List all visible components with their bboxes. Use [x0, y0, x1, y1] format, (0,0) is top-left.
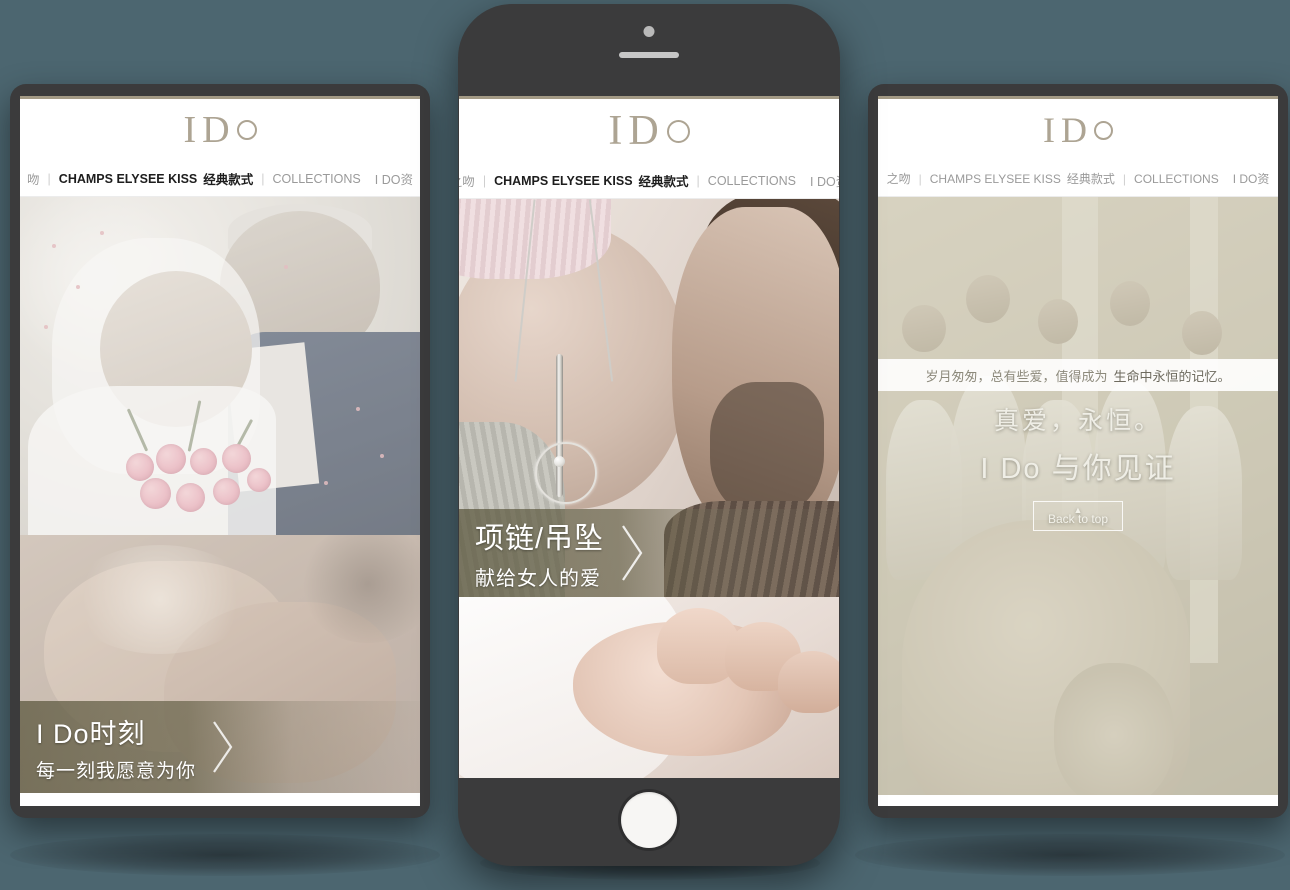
front-camera-icon	[643, 26, 655, 37]
headline-block: 真爱，永恒。 I Do 与你见证 ▲ Back to top	[878, 401, 1278, 531]
hero-top-center[interactable]: 项链/吊坠 献给女人的爱	[459, 199, 839, 597]
nav-item-collections[interactable]: COLLECTIONS	[708, 174, 796, 188]
nav-item-champs-elysee-kiss[interactable]: CHAMPS ELYSEE KISS	[494, 174, 632, 188]
nav-item-collections[interactable]: COLLECTIONS	[273, 172, 361, 186]
device-tablet-right: I D 之吻 | CHAMPS ELYSEE KISS 经典款式 | COLLE…	[868, 84, 1288, 818]
logo-letter-i: I	[608, 108, 625, 154]
screen-right: I D 之吻 | CHAMPS ELYSEE KISS 经典款式 | COLLE…	[878, 96, 1278, 806]
back-to-top-button[interactable]: ▲ Back to top	[1032, 501, 1124, 531]
chevron-right-icon[interactable]	[210, 718, 236, 776]
nav-separator: |	[261, 171, 265, 186]
site-header-left: I D	[20, 99, 420, 161]
phone-top-bezel	[458, 4, 840, 96]
pendant-circle	[535, 441, 597, 504]
nav-item-ido-zixun[interactable]: I DO资	[1233, 170, 1270, 187]
chevron-right-icon[interactable]	[618, 522, 646, 584]
main-nav-left[interactable]: 吻 | CHAMPS ELYSEE KISS 经典款式 | COLLECTION…	[20, 161, 420, 197]
logo-letter-i: I	[183, 109, 199, 151]
photo-older-couple	[20, 197, 420, 535]
nav-item-champs-elysee-kiss[interactable]: CHAMPS ELYSEE KISS	[59, 172, 197, 186]
nav-item-kiss-cn[interactable]: 吻	[27, 169, 40, 188]
screen-center: I D 之吻 | CHAMPS ELYSEE KISS 经典款式 | COLLE…	[459, 96, 839, 778]
device-phone-center: I D 之吻 | CHAMPS ELYSEE KISS 经典款式 | COLLE…	[458, 4, 840, 866]
logo-ring-icon	[1094, 120, 1113, 140]
nav-item-champs-elysee-kiss-cn[interactable]: 经典款式	[1067, 170, 1115, 187]
device-shadow-left	[10, 834, 440, 876]
main-nav-right[interactable]: 之吻 | CHAMPS ELYSEE KISS 经典款式 | COLLECTIO…	[878, 161, 1278, 197]
nav-item-ido-zixun[interactable]: I DO资	[810, 171, 839, 190]
photo-baby-hand	[459, 597, 839, 778]
site-header-center: I D	[459, 99, 839, 163]
home-button[interactable]	[621, 792, 677, 848]
hero-bottom-center[interactable]	[459, 597, 839, 778]
earpiece-speaker-icon	[619, 52, 679, 58]
phone-bottom-bezel	[458, 778, 840, 866]
nav-separator: |	[918, 171, 922, 186]
site-header-right: I D	[878, 99, 1278, 161]
logo-ring-icon	[666, 119, 690, 143]
hero-caption-title: 项链/吊坠	[475, 523, 605, 555]
bouquet	[116, 400, 284, 522]
headline-line-2: I Do 与你见证	[980, 453, 1176, 485]
nav-item-champs-elysee-kiss-cn[interactable]: 经典款式	[203, 169, 253, 188]
device-tablet-left: I D 吻 | CHAMPS ELYSEE KISS 经典款式 | COLLEC…	[10, 84, 430, 818]
hero-caption-subtitle: 每一刻我愿意为你	[36, 760, 197, 782]
website-center: I D 之吻 | CHAMPS ELYSEE KISS 经典款式 | COLLE…	[459, 99, 839, 778]
hero-right: 岁月匆匆，总有些爱，值得成为 生命中永恒的记忆。 真爱，永恒。 I Do 与你见…	[878, 197, 1278, 795]
logo-letter-d: D	[202, 109, 232, 151]
nav-item-champs-elysee-kiss-cn[interactable]: 经典款式	[639, 171, 689, 190]
hero-caption-title: I Do时刻	[36, 718, 146, 749]
logo-letter-d: D	[628, 108, 661, 154]
nav-item-ido-zixun[interactable]: I DO资	[375, 169, 413, 188]
brand-logo[interactable]: I D	[1043, 112, 1113, 148]
nav-separator: |	[696, 173, 700, 188]
hero-caption-left[interactable]: I Do时刻 每一刻我愿意为你	[20, 701, 420, 793]
device-shadow-right	[855, 834, 1285, 876]
headline-line-1: 真爱，永恒。	[993, 407, 1162, 435]
nav-item-champs-elysee-kiss[interactable]: CHAMPS ELYSEE KISS	[930, 172, 1061, 186]
brand-logo[interactable]: I D	[608, 108, 690, 154]
hero-top-left[interactable]	[20, 197, 420, 535]
composite-device-mockup: I D 吻 | CHAMPS ELYSEE KISS 经典款式 | COLLEC…	[0, 0, 1290, 890]
logo-letter-d: D	[1061, 110, 1089, 150]
nav-item-collections[interactable]: COLLECTIONS	[1134, 172, 1219, 186]
logo-letter-i: I	[1043, 110, 1057, 150]
brand-logo[interactable]: I D	[183, 109, 257, 151]
hero-caption-subtitle: 献给女人的爱	[475, 568, 601, 590]
nav-separator: |	[1122, 171, 1127, 186]
quote-lead: 岁月匆匆，总有些爱，值得成为	[925, 368, 1108, 384]
nav-item-kiss-cn[interactable]: 之吻	[887, 170, 911, 187]
nav-item-kiss-cn[interactable]: 之吻	[459, 171, 475, 190]
quote-emphasis: 生命中永恒的记忆。	[1113, 368, 1231, 384]
quote-band: 岁月匆匆，总有些爱，值得成为 生命中永恒的记忆。	[878, 359, 1278, 391]
logo-ring-icon	[236, 120, 257, 140]
back-to-top-label: Back to top	[1047, 512, 1109, 526]
hero-caption-center[interactable]: 项链/吊坠 献给女人的爱	[459, 509, 839, 597]
hero-bottom-left[interactable]: I Do时刻 每一刻我愿意为你	[20, 535, 420, 793]
website-left: I D 吻 | CHAMPS ELYSEE KISS 经典款式 | COLLEC…	[20, 99, 420, 806]
screen-left: I D 吻 | CHAMPS ELYSEE KISS 经典款式 | COLLEC…	[20, 96, 420, 806]
nav-separator: |	[482, 173, 487, 188]
nav-separator: |	[47, 171, 51, 186]
website-right: I D 之吻 | CHAMPS ELYSEE KISS 经典款式 | COLLE…	[878, 99, 1278, 806]
main-nav-center[interactable]: 之吻 | CHAMPS ELYSEE KISS 经典款式 | COLLECTIO…	[459, 163, 839, 199]
